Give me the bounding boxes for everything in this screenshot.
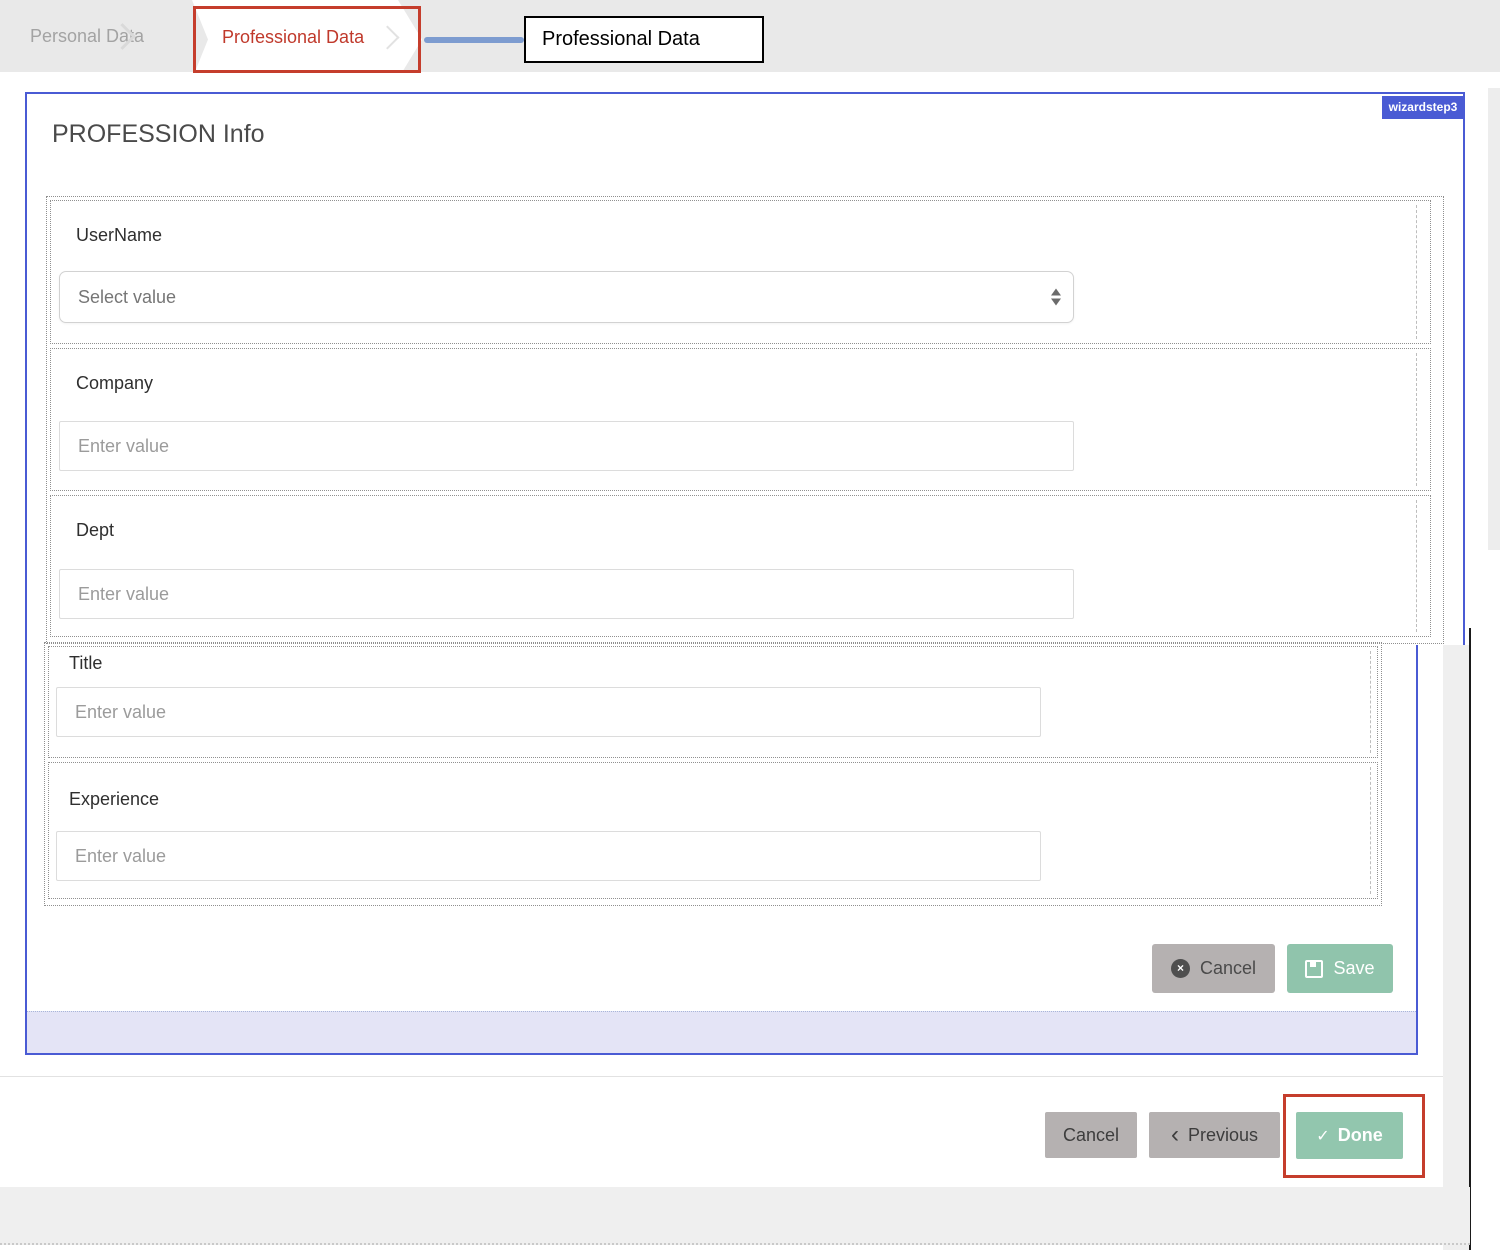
dept-label: Dept: [76, 520, 114, 541]
dept-input[interactable]: [59, 569, 1074, 619]
annotation-connector-line: [424, 37, 524, 43]
wizard-previous-button[interactable]: ‹ Previous: [1149, 1112, 1280, 1158]
section-divider: [0, 1076, 1443, 1077]
wizard-done-label: Done: [1338, 1125, 1383, 1146]
username-select[interactable]: Select value: [59, 271, 1074, 323]
tab-professional-data-label: Professional Data: [222, 0, 364, 74]
wizard-cancel-label: Cancel: [1063, 1125, 1119, 1146]
title-label: Title: [69, 653, 102, 674]
bottom-gray-strip: [0, 1187, 1470, 1245]
username-select-placeholder: Select value: [78, 272, 176, 322]
wizard-previous-label: Previous: [1188, 1125, 1258, 1146]
column-resize-guide: [1416, 205, 1417, 339]
form-cancel-label: Cancel: [1200, 958, 1256, 979]
experience-input[interactable]: [56, 831, 1041, 881]
field-group-title: Title: [48, 646, 1378, 758]
column-resize-guide: [1370, 767, 1371, 894]
form-save-button[interactable]: Save: [1287, 944, 1393, 993]
company-input[interactable]: [59, 421, 1074, 471]
column-resize-guide: [1416, 500, 1417, 632]
panel-title: PROFESSION Info: [52, 120, 265, 149]
panel-footer-strip: [27, 1011, 1416, 1053]
column-resize-guide: [1370, 651, 1371, 753]
wizard-done-button[interactable]: ✓ Done: [1296, 1112, 1403, 1159]
form-save-label: Save: [1333, 958, 1374, 979]
cancel-circle-x-icon: ×: [1171, 959, 1190, 978]
wizard-screen: Personal Data Professional Data Professi…: [0, 0, 1500, 1250]
scrollbar-track-top[interactable]: [1488, 88, 1500, 550]
company-label: Company: [76, 373, 153, 394]
experience-label: Experience: [69, 789, 159, 810]
field-group-dept: Dept: [50, 495, 1431, 637]
wizard-cancel-button[interactable]: Cancel: [1045, 1112, 1137, 1158]
title-input[interactable]: [56, 687, 1041, 737]
window-edge-line: [1469, 628, 1471, 1250]
annotation-callout-box: Professional Data: [524, 16, 764, 63]
username-label: UserName: [76, 225, 162, 246]
previous-chevron-icon: ‹: [1171, 1126, 1179, 1144]
select-spinner-icon: [1051, 289, 1061, 306]
field-group-experience: Experience: [48, 762, 1378, 899]
field-group-username: UserName Select value: [50, 200, 1431, 344]
save-floppy-icon: [1305, 960, 1323, 978]
field-group-company: Company: [50, 348, 1431, 491]
tab-professional-data[interactable]: Professional Data: [192, 0, 422, 79]
scrollbar-track-right[interactable]: [1443, 645, 1469, 1250]
chevron-right-icon: [375, 25, 399, 49]
done-check-icon: ✓: [1316, 1126, 1329, 1146]
form-cancel-button[interactable]: × Cancel: [1152, 944, 1275, 993]
column-resize-guide: [1416, 353, 1417, 486]
wizardstep-badge: wizardstep3: [1382, 96, 1464, 119]
